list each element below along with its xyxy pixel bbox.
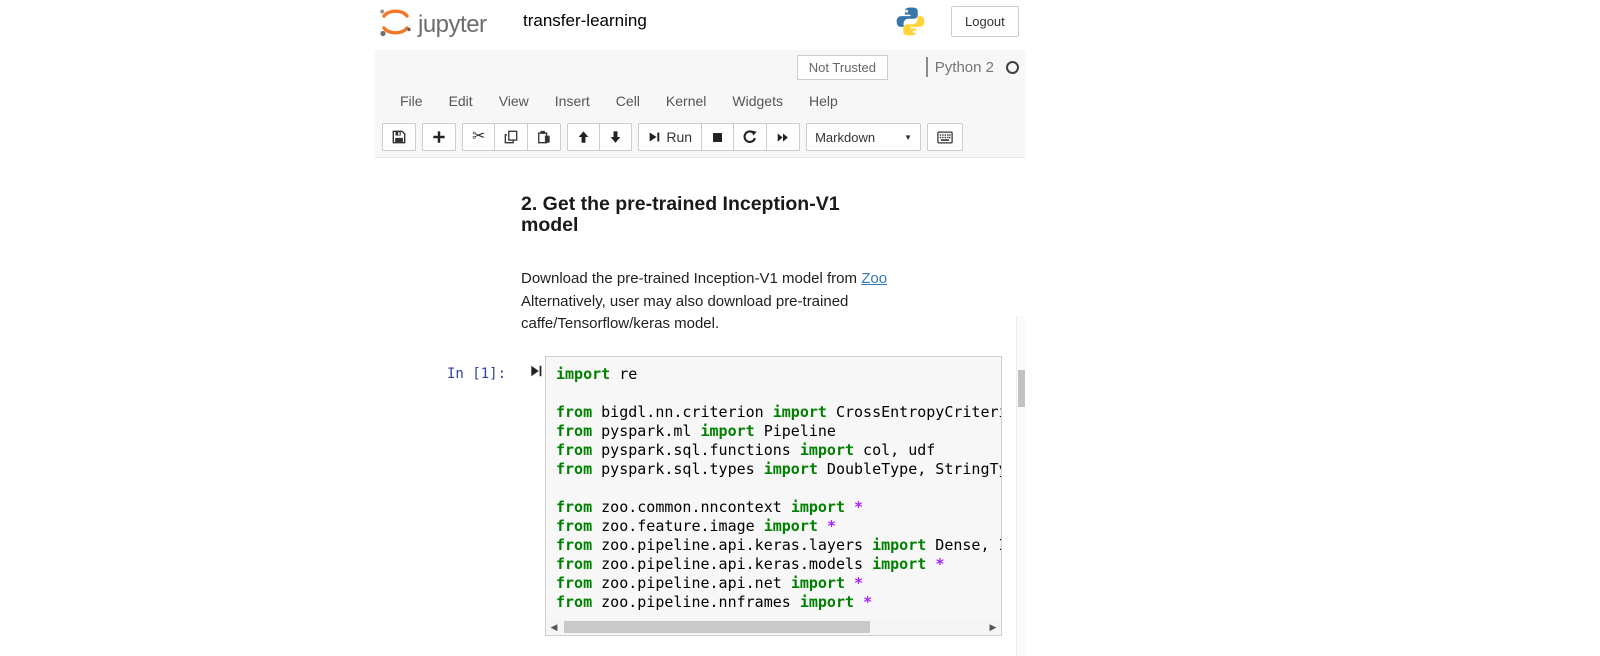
code-horizontal-scrollbar[interactable]: ◀ ▶: [546, 619, 1001, 635]
paragraph-text: Download the pre-trained Inception-V1 mo…: [521, 270, 861, 287]
notebook-vertical-scrollbar[interactable]: [1016, 316, 1025, 656]
command-palette-button[interactable]: [927, 123, 963, 151]
code-cell[interactable]: import re from bigdl.nn.criterion import…: [545, 356, 1002, 636]
restart-icon: [743, 130, 757, 144]
app-header: jupyter transfer-learning Logout: [375, 0, 1025, 48]
menu-file[interactable]: File: [387, 88, 436, 114]
notebook-area: 2. Get the pre-trained Inception-V1 mode…: [375, 158, 1025, 656]
python-logo-icon: [895, 5, 926, 38]
move-up-icon: [577, 130, 590, 144]
app-container: jupyter transfer-learning Logout Not Tru…: [375, 0, 1025, 656]
move-cell-up-button[interactable]: [567, 123, 600, 151]
scroll-right-icon[interactable]: ▶: [985, 619, 1001, 635]
toolbar: ✂: [382, 123, 969, 151]
paste-icon: [537, 130, 551, 144]
menubar: File Edit View Insert Cell Kernel Widget…: [387, 88, 851, 114]
input-prompt: In [1]:: [447, 366, 506, 382]
insert-cell-button[interactable]: [422, 123, 456, 151]
paragraph-line: Alternatively, user may also download pr…: [521, 291, 921, 314]
zoo-link[interactable]: Zoo: [861, 270, 887, 287]
kernel-separator: [926, 57, 928, 77]
cut-icon: ✂: [472, 130, 485, 144]
jupyter-logo[interactable]: jupyter: [378, 6, 487, 43]
hscroll-thumb[interactable]: [564, 621, 870, 633]
cut-cell-button[interactable]: ✂: [462, 123, 495, 151]
menu-view[interactable]: View: [486, 88, 542, 114]
header-bars: Not Trusted Python 2 File Edit View Inse…: [375, 50, 1025, 158]
run-cell-marker-icon[interactable]: [530, 364, 544, 378]
move-cell-down-button[interactable]: [599, 123, 632, 151]
keyboard-icon: [937, 131, 953, 144]
copy-icon: [504, 130, 518, 144]
logout-button[interactable]: Logout: [951, 6, 1019, 37]
menu-insert[interactable]: Insert: [542, 88, 603, 114]
stop-icon: [711, 131, 724, 144]
hscroll-track[interactable]: [562, 619, 985, 635]
jupyter-logo-icon: [378, 6, 412, 43]
run-icon: [648, 130, 661, 144]
kernel-name: Python 2: [935, 59, 994, 76]
run-cell-button[interactable]: Run: [638, 123, 702, 151]
paragraph-line: Download the pre-trained Inception-V1 mo…: [521, 268, 921, 291]
paragraph-line: caffe/Tensorflow/keras model.: [521, 313, 921, 336]
notebook-title[interactable]: transfer-learning: [523, 11, 647, 31]
vscroll-thumb[interactable]: [1018, 370, 1025, 407]
menu-widgets[interactable]: Widgets: [719, 88, 796, 114]
chevron-down-icon: ▼: [904, 133, 912, 142]
menu-edit[interactable]: Edit: [436, 88, 486, 114]
restart-run-all-button[interactable]: [766, 123, 800, 151]
markdown-heading[interactable]: 2. Get the pre-trained Inception-V1 mode…: [521, 194, 873, 236]
copy-cell-button[interactable]: [494, 123, 528, 151]
save-icon: [392, 130, 406, 144]
fast-forward-icon: [776, 131, 790, 144]
run-label: Run: [666, 129, 692, 145]
code-editor[interactable]: import re from bigdl.nn.criterion import…: [546, 357, 1001, 618]
jupyter-logo-text: jupyter: [418, 11, 487, 39]
kernel-idle-indicator-icon: [1006, 61, 1019, 74]
restart-kernel-button[interactable]: [733, 123, 767, 151]
cell-type-dropdown[interactable]: Markdown ▼: [806, 123, 921, 151]
add-cell-icon: [432, 130, 446, 144]
move-down-icon: [609, 130, 622, 144]
interrupt-kernel-button[interactable]: [701, 123, 734, 151]
kernel-block: Python 2: [926, 57, 1019, 77]
jupyter-notebook-page: jupyter transfer-learning Logout Not Tru…: [0, 0, 1600, 656]
scroll-left-icon[interactable]: ◀: [546, 619, 562, 635]
menu-help[interactable]: Help: [796, 88, 851, 114]
markdown-paragraph[interactable]: Download the pre-trained Inception-V1 mo…: [521, 268, 921, 336]
save-button[interactable]: [382, 123, 416, 151]
trust-status-badge[interactable]: Not Trusted: [797, 55, 888, 80]
paste-cell-button[interactable]: [527, 123, 561, 151]
cell-type-value: Markdown: [815, 130, 875, 145]
menu-kernel[interactable]: Kernel: [653, 88, 719, 114]
menu-cell[interactable]: Cell: [603, 88, 653, 114]
